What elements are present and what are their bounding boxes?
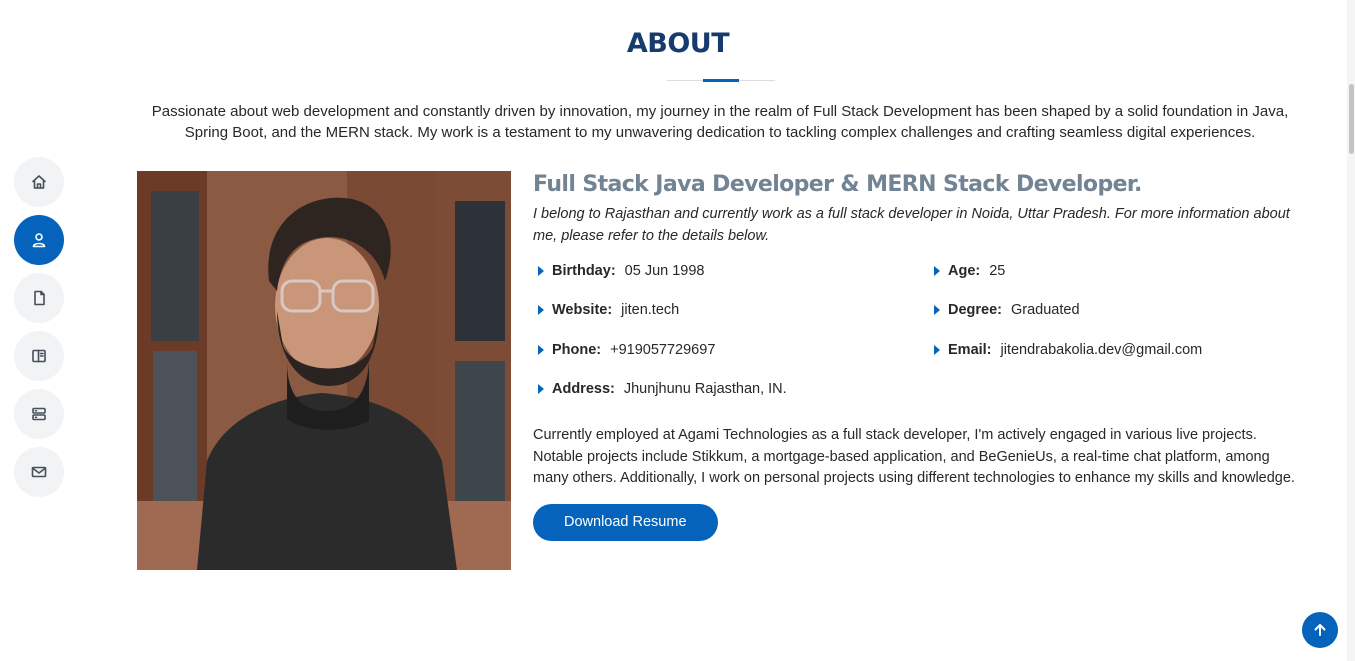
- nav-services-button[interactable]: [14, 389, 64, 439]
- about-paragraph: Currently employed at Agami Technologies…: [533, 427, 1295, 486]
- nav-home-button[interactable]: [14, 157, 64, 207]
- detail-label: Birthday:: [552, 263, 616, 279]
- side-nav: [14, 157, 64, 497]
- detail-value: +919057729697: [610, 342, 716, 358]
- detail-website: Website: jiten.tech: [533, 299, 679, 321]
- detail-value[interactable]: jiten.tech: [621, 302, 679, 318]
- detail-degree: Degree: Graduated: [929, 299, 1080, 321]
- back-to-top-button[interactable]: [1302, 612, 1338, 648]
- detail-phone: Phone: +919057729697: [533, 339, 715, 361]
- page-scrollbar[interactable]: [1347, 0, 1355, 661]
- arrow-up-icon: [1314, 624, 1326, 636]
- section-title: ABOUT: [0, 28, 1355, 59]
- detail-address: Address: Jhunjhunu Rajasthan, IN.: [533, 378, 787, 400]
- detail-label: Email:: [948, 342, 992, 358]
- chevron-right-icon: [538, 345, 544, 355]
- file-icon: [34, 290, 45, 306]
- detail-label: Website:: [552, 302, 613, 318]
- chevron-right-icon: [934, 266, 940, 276]
- profile-photo: [137, 171, 511, 570]
- detail-label: Degree:: [948, 302, 1002, 318]
- home-icon: [32, 175, 46, 189]
- detail-value: 25: [989, 263, 1006, 279]
- chevron-right-icon: [538, 266, 544, 276]
- chevron-right-icon: [934, 345, 940, 355]
- about-heading: ABOUT: [626, 28, 730, 59]
- detail-value: 05 Jun 1998: [624, 263, 705, 279]
- chevron-right-icon: [538, 384, 544, 394]
- nav-portfolio-button[interactable]: [14, 331, 64, 381]
- detail-value: jitendrabakolia.dev@gmail.com: [1000, 342, 1203, 358]
- detail-label: Phone:: [552, 342, 602, 358]
- role-heading: Full Stack Java Developer & MERN Stack D…: [533, 172, 1142, 197]
- about-intro: Passionate about web development and con…: [151, 103, 1289, 141]
- server-icon: [32, 407, 46, 421]
- about-content: Full Stack Java Developer & MERN Stack D…: [533, 171, 1313, 541]
- detail-value: Graduated: [1011, 302, 1080, 318]
- nav-resume-button[interactable]: [14, 273, 64, 323]
- scrollbar-thumb[interactable]: [1349, 84, 1354, 154]
- book-icon: [32, 349, 46, 363]
- about-lead: I belong to Rajasthan and currently work…: [533, 206, 1290, 244]
- detail-value: Jhunjhunu Rajasthan, IN.: [623, 381, 787, 397]
- chevron-right-icon: [934, 305, 940, 315]
- detail-age: Age: 25: [929, 260, 1005, 282]
- detail-label: Address:: [552, 381, 615, 397]
- envelope-icon: [31, 466, 47, 478]
- title-accent-bar: [703, 79, 739, 82]
- person-icon: [32, 233, 46, 248]
- details-list: Birthday: 05 Jun 1998 Age: 25 Website: j…: [533, 255, 1313, 413]
- chevron-right-icon: [538, 305, 544, 315]
- detail-email: Email: jitendrabakolia.dev@gmail.com: [929, 339, 1202, 361]
- detail-label: Age:: [948, 263, 981, 279]
- download-resume-button[interactable]: Download Resume: [533, 503, 718, 541]
- detail-birthday: Birthday: 05 Jun 1998: [533, 260, 704, 282]
- nav-about-button[interactable]: [14, 215, 64, 265]
- nav-contact-button[interactable]: [14, 447, 64, 497]
